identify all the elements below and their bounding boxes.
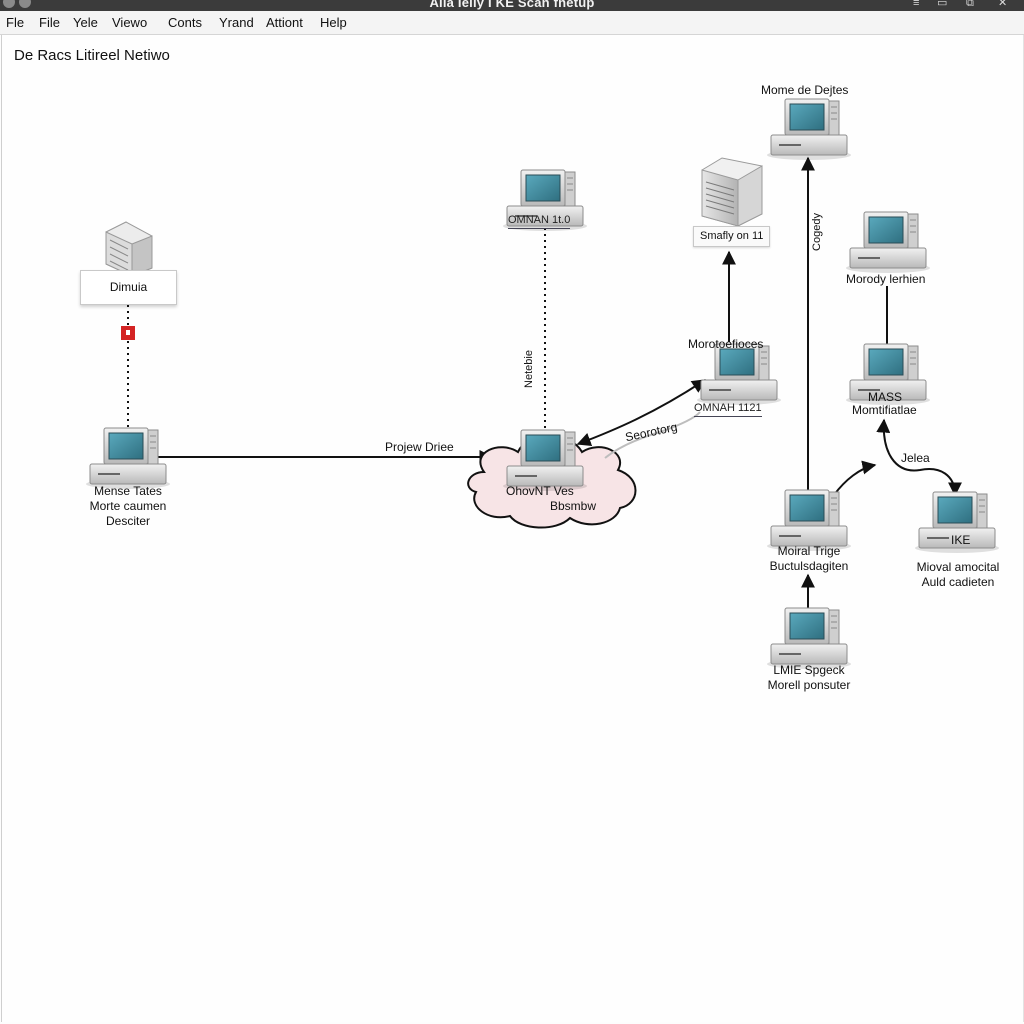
smafly-label: Smafly on 11 [693, 226, 771, 247]
edge-label-jelea: Jelea [901, 451, 930, 465]
mome-pc-icon[interactable] [766, 98, 852, 161]
ike-line2: Auld cadieten [921, 575, 995, 589]
alert-marker-glyph [126, 330, 130, 335]
lmie-line1: LMIE Spgeck [773, 663, 845, 677]
link-moiral-mass [833, 460, 877, 496]
morody-label: Morody lerhien [846, 272, 926, 286]
ike-line1: Mioval amocital [916, 560, 1000, 574]
mass-line2: Momtifiatlae [852, 403, 917, 417]
lmie-line2: Morell ponsuter [767, 678, 851, 692]
lmie-label: LMIE Spgeck Morell ponsuter [759, 663, 859, 693]
left-pc-label: Mense Tates Morte caumen Desciter [74, 484, 182, 529]
dimuia-label-box[interactable]: Dimuia [80, 270, 177, 305]
morody-pc-icon[interactable] [845, 211, 931, 274]
moiral-line2: Buctulsdagiten [769, 559, 849, 573]
left-pc-icon[interactable] [85, 427, 171, 490]
ike-label: IKE [951, 533, 971, 547]
moiral-label: Moiral Trige Buctulsdagiten [759, 544, 859, 574]
lmie-pc-icon[interactable] [766, 607, 852, 670]
server-rack-icon [105, 221, 153, 277]
cloud-pc-line1: OhovNT Ves [506, 484, 574, 498]
left-pc-line2: Morte caumen [89, 499, 167, 513]
edge-label-cogedy: Cogedy [810, 213, 823, 251]
moiral-line1: Moiral Trige [777, 544, 841, 558]
server-tower-icon [701, 157, 763, 227]
morotofices-label: OMNAH 1121 [694, 401, 762, 417]
left-pc-line1: Mense Tates [94, 484, 162, 498]
edge-label-netebie: Netebie [522, 350, 535, 388]
morotofices-top-label: Morotoefioces [688, 337, 764, 351]
left-pc-line3: Desciter [105, 514, 150, 528]
moiral-pc-icon[interactable] [766, 489, 852, 552]
ike-desc: Mioval amocital Auld cadieten [905, 560, 1011, 590]
omnan-top-label: OMNAN 1t.0 [508, 213, 571, 229]
mome-label: Mome de Dejtes [761, 83, 849, 97]
edge-label-projew: Projew Driee [385, 440, 454, 454]
cloud-pc-line2: Bbsmbw [550, 499, 597, 513]
morotofices-pc-icon[interactable] [696, 343, 782, 406]
